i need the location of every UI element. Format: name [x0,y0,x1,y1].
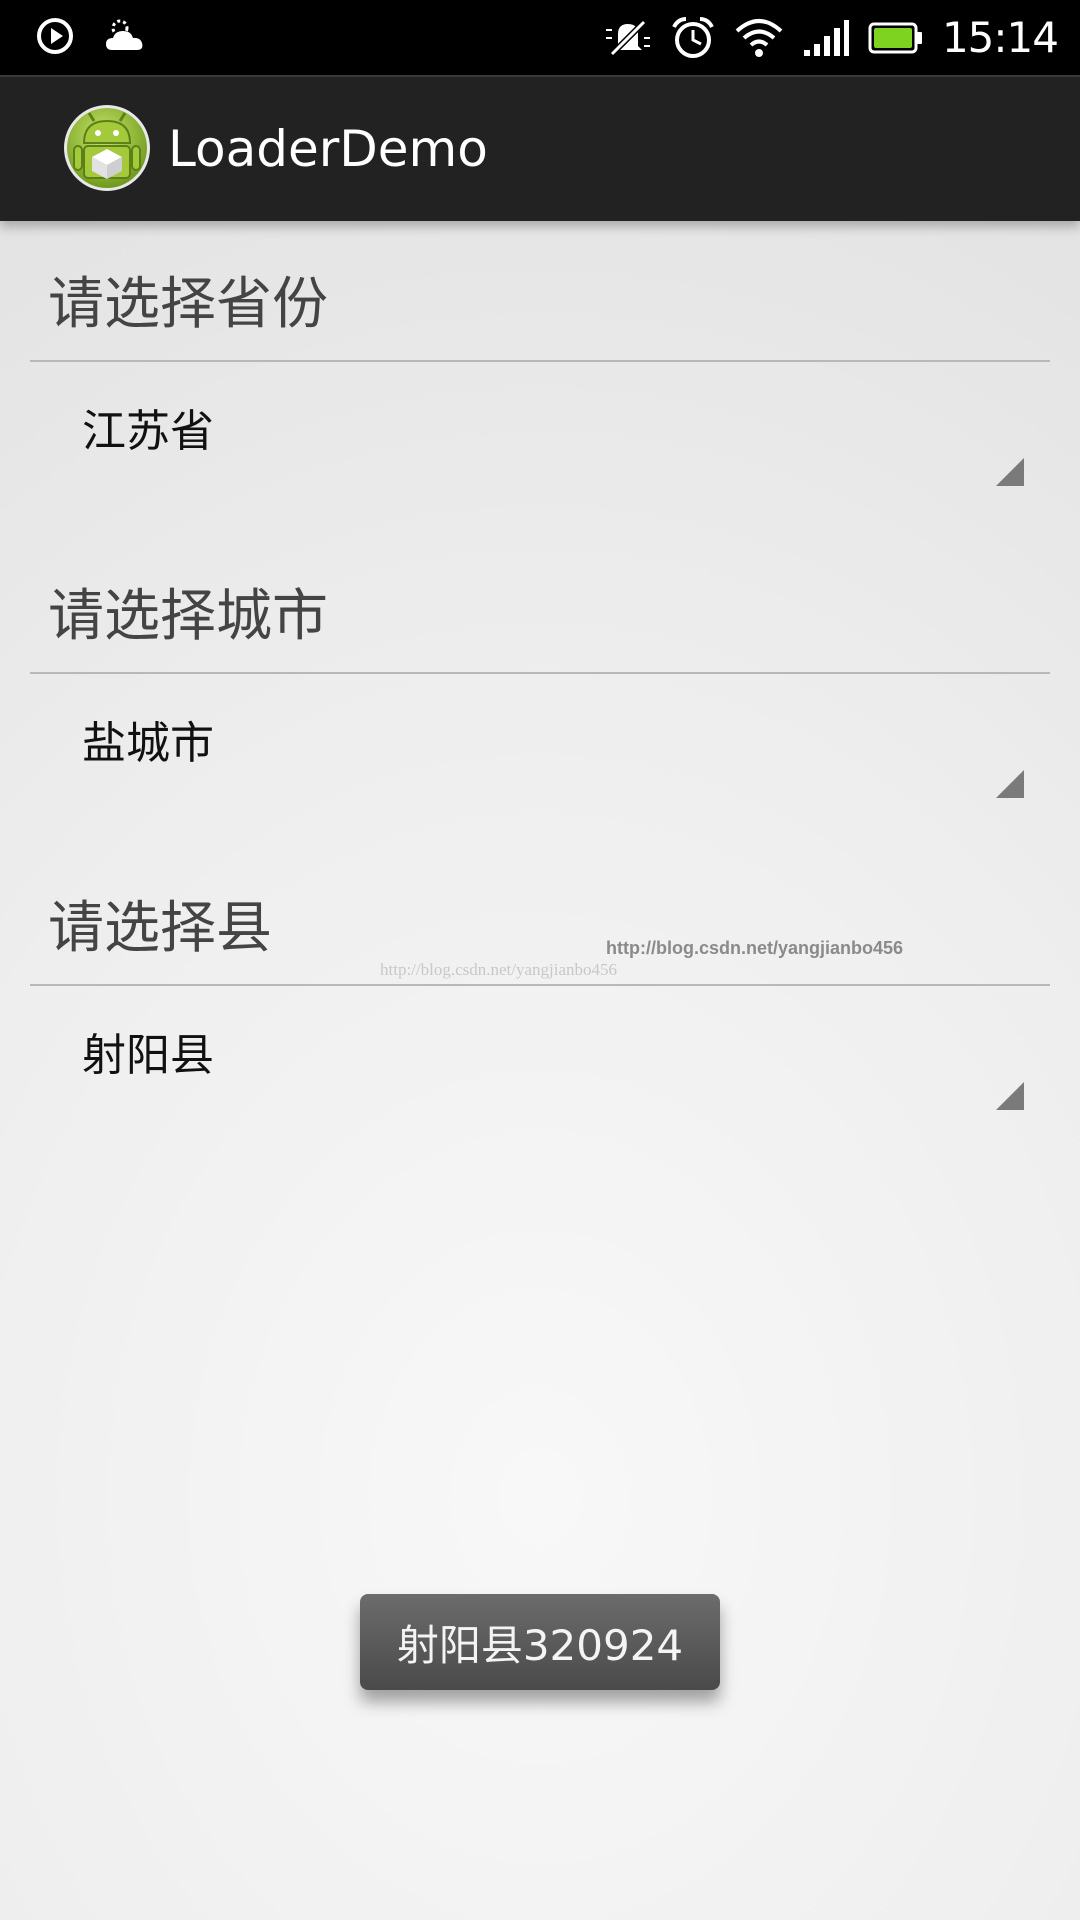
dropdown-triangle-icon [996,770,1024,798]
vibrate-muted-icon [604,16,652,60]
status-clock: 15:14 [941,13,1059,62]
toast-message: 射阳县320924 [360,1594,720,1690]
city-spinner[interactable]: 盐城市 [30,694,1050,844]
city-selected-value: 盐城市 [82,718,214,769]
battery-icon [868,21,924,55]
county-header: 请选择县 [48,896,272,961]
county-selected-value: 射阳县 [82,1030,214,1081]
city-header: 请选择城市 [48,584,328,649]
province-divider [30,360,1050,362]
city-divider [30,672,1050,674]
dropdown-triangle-icon [996,1082,1024,1110]
province-header: 请选择省份 [48,272,328,337]
dropdown-triangle-icon [996,458,1024,486]
status-bar: 15:14 [0,0,1080,75]
cell-signal-icon [802,18,850,58]
android-app-icon[interactable] [62,103,152,193]
province-selected-value: 江苏省 [82,406,214,457]
status-bar-left [36,16,148,56]
watermark-text-faint: http://blog.csdn.net/yangjianbo456 [380,960,618,979]
watermark-text: http://blog.csdn.net/yangjianbo456 [606,938,904,958]
wifi-icon [734,17,784,59]
status-bar-right: 15:14 [604,12,1059,64]
county-spinner[interactable]: 射阳县 [30,1006,1050,1156]
action-bar: LoaderDemo [0,75,1080,221]
app-title: LoaderDemo [168,120,488,178]
weather-icon [102,16,148,56]
alarm-icon [670,15,716,61]
province-spinner[interactable]: 江苏省 [30,382,1050,532]
county-divider [30,984,1050,986]
play-icon [36,17,74,55]
